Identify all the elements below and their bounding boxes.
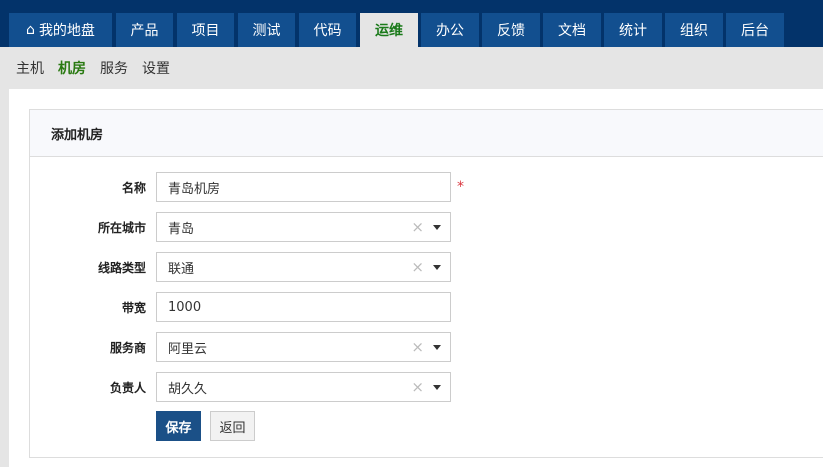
tab-label: 我的地盘 (38, 23, 95, 39)
chevron-down-icon[interactable] (433, 385, 441, 390)
provider-value: 阿里云 (168, 341, 208, 357)
line-label: 线路类型 (97, 260, 146, 275)
add-room-panel: 添加机房 名称 青岛机房 * 所在城市 青岛 × 线路类型 联通 × 带宽 1000… (29, 109, 823, 458)
name-input[interactable]: 青岛机房 (156, 172, 451, 202)
clear-icon[interactable]: × (411, 378, 424, 396)
owner-row: 负责人 胡久久 × (30, 372, 451, 402)
city-value: 青岛 (168, 221, 195, 237)
city-select[interactable]: 青岛 × (156, 212, 451, 242)
clear-icon[interactable]: × (411, 258, 424, 276)
sub-nav: 主机 机房 服务 设置 (0, 47, 823, 89)
tab-project[interactable]: 项目 (177, 13, 234, 47)
owner-value: 胡久久 (168, 381, 208, 397)
save-button[interactable]: 保存 (156, 411, 201, 441)
tab-my[interactable]: ⌂ 我的地盘 (9, 13, 112, 47)
home-icon: ⌂ (26, 22, 35, 38)
back-button[interactable]: 返回 (210, 411, 255, 441)
tab-product[interactable]: 产品 (116, 13, 173, 47)
city-label: 所在城市 (97, 220, 146, 235)
chevron-down-icon[interactable] (433, 345, 441, 350)
tab-org[interactable]: 组织 (665, 13, 723, 47)
line-select[interactable]: 联通 × (156, 252, 451, 282)
bandwidth-label: 带宽 (121, 300, 146, 315)
chevron-down-icon[interactable] (433, 225, 441, 230)
name-row: 名称 青岛机房 * (30, 172, 464, 202)
chevron-down-icon[interactable] (433, 265, 441, 270)
line-row: 线路类型 联通 × (30, 252, 451, 282)
tab-admin[interactable]: 后台 (726, 13, 784, 47)
panel-title: 添加机房 (30, 110, 823, 157)
provider-select[interactable]: 阿里云 × (156, 332, 451, 362)
bandwidth-input[interactable]: 1000 (156, 292, 451, 322)
content: 添加机房 名称 青岛机房 * 所在城市 青岛 × 线路类型 联通 × 带宽 1000… (9, 89, 823, 467)
line-value: 联通 (168, 261, 195, 277)
clear-icon[interactable]: × (411, 218, 424, 236)
subnav-settings[interactable]: 设置 (142, 58, 170, 78)
provider-row: 服务商 阿里云 × (30, 332, 451, 362)
tab-feedback[interactable]: 反馈 (482, 13, 540, 47)
owner-select[interactable]: 胡久久 × (156, 372, 451, 402)
tab-code[interactable]: 代码 (299, 13, 356, 47)
main-nav: ⌂ 我的地盘 产品 项目 测试 代码 运维 办公 反馈 文档 统计 组织 后台 (0, 0, 823, 47)
name-label: 名称 (121, 180, 146, 195)
city-row: 所在城市 青岛 × (30, 212, 451, 242)
clear-icon[interactable]: × (411, 338, 424, 356)
required-mark: * (457, 179, 464, 195)
tab-test[interactable]: 测试 (238, 13, 295, 47)
provider-label: 服务商 (109, 340, 146, 355)
owner-label: 负责人 (109, 380, 146, 395)
subnav-host[interactable]: 主机 (16, 58, 44, 78)
tab-stats[interactable]: 统计 (604, 13, 662, 47)
subnav-room[interactable]: 机房 (58, 58, 86, 78)
tab-doc[interactable]: 文档 (543, 13, 601, 47)
tab-ops[interactable]: 运维 (360, 13, 418, 47)
bandwidth-row: 带宽 1000 (30, 292, 451, 322)
subnav-service[interactable]: 服务 (100, 58, 128, 78)
tab-office[interactable]: 办公 (421, 13, 479, 47)
